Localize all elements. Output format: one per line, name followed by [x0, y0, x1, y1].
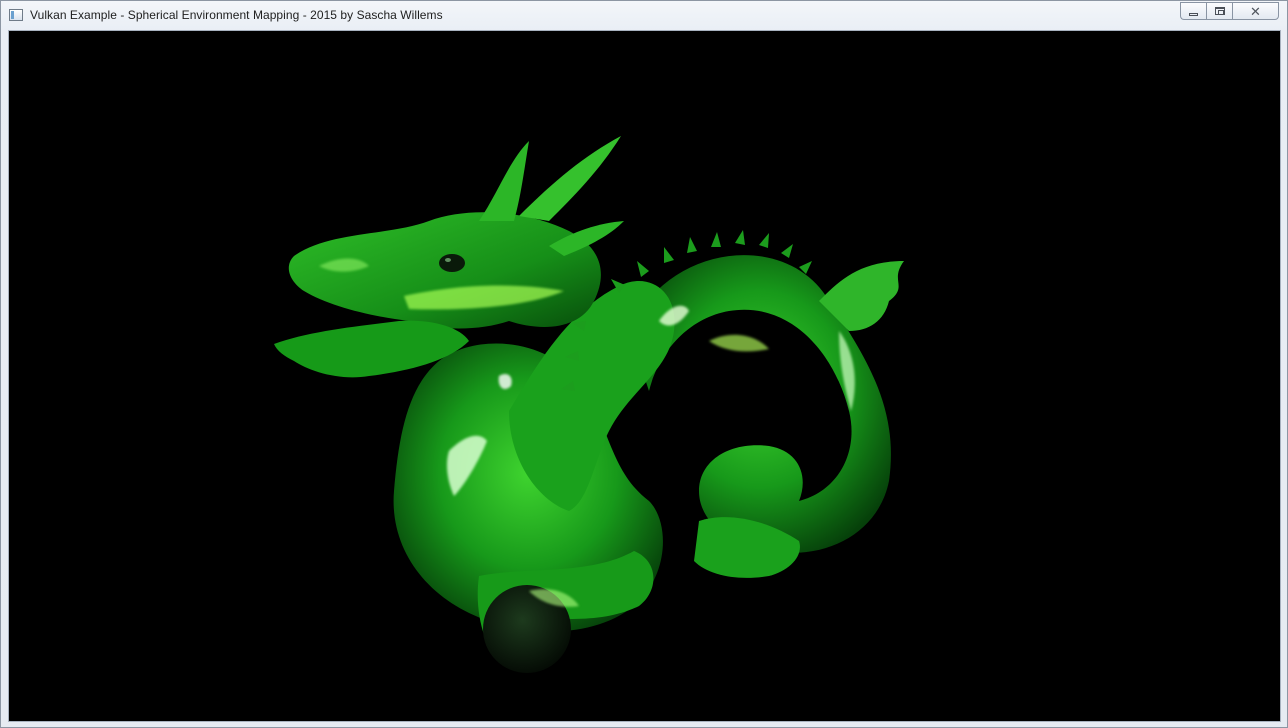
minimize-button[interactable] — [1180, 2, 1206, 20]
close-button[interactable]: ✕ — [1232, 2, 1279, 20]
dragon-render — [274, 136, 904, 673]
render-viewport[interactable] — [8, 30, 1281, 722]
app-window: Vulkan Example - Spherical Environment M… — [0, 0, 1288, 728]
dragon-eye-glint — [445, 258, 451, 262]
restore-icon — [1214, 7, 1225, 15]
minimize-icon — [1189, 12, 1198, 16]
title-bar[interactable]: Vulkan Example - Spherical Environment M… — [1, 1, 1287, 30]
window-title: Vulkan Example - Spherical Environment M… — [30, 8, 443, 22]
close-icon: ✕ — [1250, 3, 1261, 19]
dragon-eye — [439, 254, 465, 272]
caption-buttons: ✕ — [1180, 2, 1279, 21]
dragon-model — [274, 136, 904, 673]
maximize-button[interactable] — [1206, 2, 1232, 20]
dragon-horn — [519, 136, 621, 221]
dragon-horn — [479, 141, 529, 221]
application-window-icon[interactable] — [9, 9, 23, 21]
